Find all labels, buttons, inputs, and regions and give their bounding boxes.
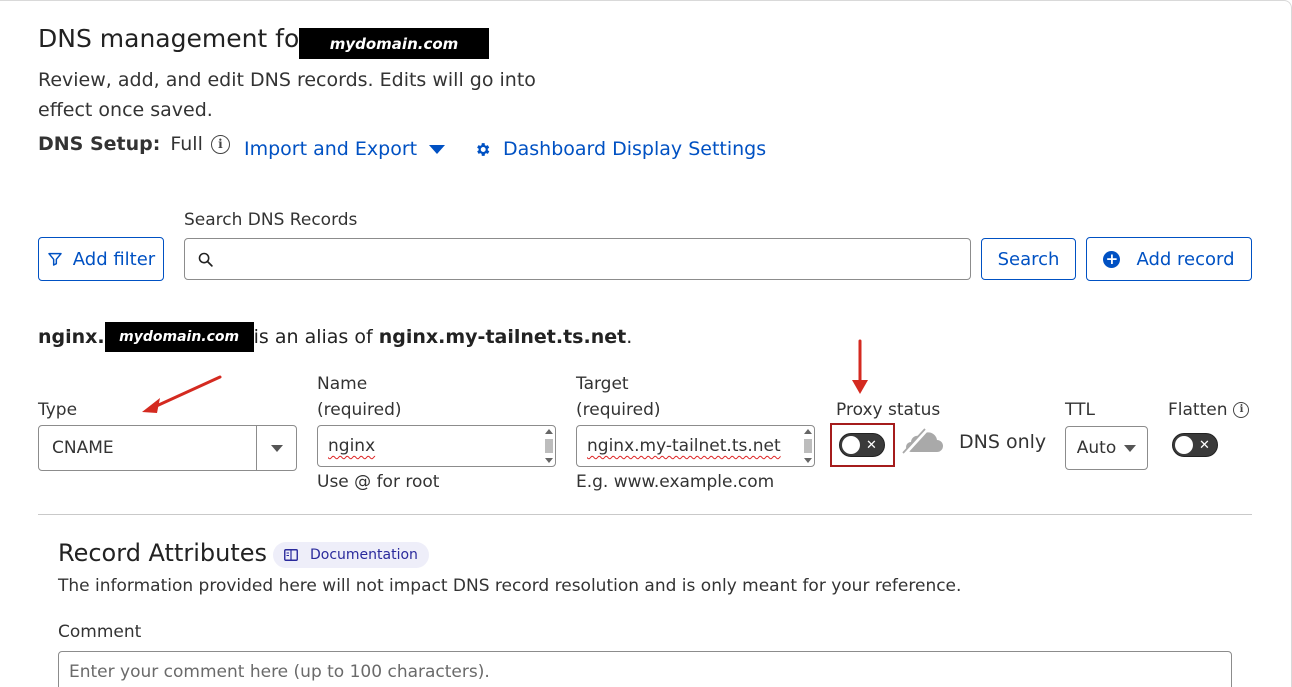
target-field-value: nginx.my-tailnet.ts.net [587,436,781,456]
toggle-knob [1175,436,1193,454]
documentation-button[interactable]: Documentation [273,542,429,568]
dashboard-display-settings-link[interactable]: Dashboard Display Settings [474,138,766,160]
close-icon: ✕ [866,437,877,453]
target-hint: E.g. www.example.com [576,472,775,492]
book-icon [284,549,298,561]
name-label-line1: Name [317,374,368,394]
record-attributes-title: Record Attributes [58,539,268,567]
alias-end: . [626,326,633,348]
comment-label: Comment [58,622,142,642]
comment-field-wrapper[interactable] [58,651,1232,687]
cloud-icon [902,428,943,456]
alias-redacted-domain-text: mydomain.com [119,329,240,345]
flatten-toggle[interactable]: ✕ [1172,433,1218,457]
dns-setup-label: DNS Setup: [38,133,161,155]
chevron-down-icon [1124,444,1137,452]
scroll-up-icon [544,429,553,434]
plus-circle-icon: + [1103,250,1121,268]
search-input[interactable] [222,249,970,269]
search-label: Search DNS Records [184,210,358,230]
page-subtitle: Review, add, and edit DNS records. Edits… [38,69,536,121]
name-label-line2: (required) [317,400,402,420]
caret-down-icon [429,144,446,154]
add-filter-button[interactable]: Add filter [38,237,164,281]
alias-redacted-domain: mydomain.com [104,322,254,352]
close-icon: ✕ [1199,437,1210,453]
annotation-arrow-type [142,375,222,413]
alias-host: nginx. [38,326,105,348]
flatten-label: Flatten [1168,400,1228,420]
alias-summary: nginx. mydomain.com is an alias of nginx… [38,322,632,352]
type-select-toggle[interactable] [256,426,296,470]
name-field-value: nginx [328,436,376,456]
name-hint: Use @ for root [317,472,440,492]
page-title: DNS management for [38,24,310,53]
filter-icon [48,252,62,266]
search-button-label: Search [997,248,1060,270]
target-label-line2: (required) [576,400,661,420]
type-label: Type [38,400,78,420]
type-select[interactable]: CNAME [38,425,297,471]
section-divider [38,514,1252,515]
name-field-scrollbar[interactable] [542,426,555,466]
alias-middle-text: is an alias of [253,326,373,348]
target-field[interactable]: nginx.my-tailnet.ts.net [576,425,815,467]
scroll-down-icon [544,458,553,463]
search-icon [198,252,213,267]
target-field-scrollbar[interactable] [801,426,814,466]
dns-setup-value: Full [170,133,203,155]
dns-setup-row: DNS Setup: Full i [38,133,230,155]
add-filter-label: Add filter [72,248,156,270]
import-export-dropdown[interactable]: Import and Export [244,138,446,160]
add-record-label: Add record [1136,248,1235,270]
chevron-down-icon [270,444,283,452]
redacted-domain-text: mydomain.com [329,34,459,53]
target-label-line1: Target [576,374,629,394]
scroll-down-icon [803,458,812,463]
dashboard-display-settings-label: Dashboard Display Settings [503,138,767,160]
ttl-select[interactable]: Auto [1065,426,1148,470]
ttl-label: TTL [1065,400,1095,420]
record-attributes-description: The information provided here will not i… [58,576,962,596]
proxy-state-text: DNS only [959,431,1047,453]
alias-target: nginx.my-tailnet.ts.net [378,326,627,348]
flatten-info-icon[interactable]: i [1233,402,1250,418]
import-export-label: Import and Export [244,138,418,160]
toggle-knob [842,436,860,454]
search-input-wrapper[interactable] [184,238,971,280]
proxy-status-label: Proxy status [836,400,941,420]
info-icon[interactable]: i [210,134,230,154]
ttl-select-value: Auto [1076,438,1117,458]
proxy-status-toggle[interactable]: ✕ [839,433,885,457]
name-field[interactable]: nginx [317,425,556,467]
documentation-label: Documentation [310,547,418,563]
type-select-value: CNAME [52,438,114,458]
scroll-thumb [544,439,553,453]
redacted-domain: mydomain.com [299,28,489,59]
target-label: Target (required) [576,371,661,423]
scroll-up-icon [803,429,812,434]
comment-input[interactable] [69,662,1221,682]
scroll-thumb [803,439,812,453]
annotation-arrow-proxy [852,339,868,394]
gear-icon [477,142,490,156]
name-label: Name (required) [317,371,402,423]
flatten-label-wrapper: Flatten i [1168,397,1250,423]
search-button[interactable]: Search [981,238,1076,280]
add-record-button[interactable]: + Add record [1086,237,1252,281]
